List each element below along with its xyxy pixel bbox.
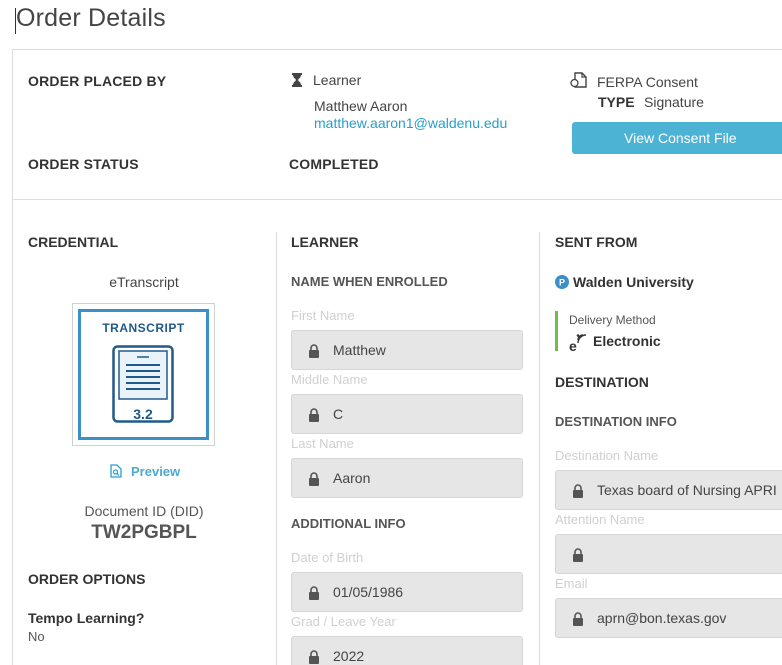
grad-leave-year-label: Grad / Leave Year	[291, 614, 396, 629]
date-of-birth-field: 01/05/1986	[291, 572, 523, 612]
ferpa-consent-label: FERPA Consent	[597, 74, 698, 90]
placed-by-email-link[interactable]: matthew.aaron1@waldenu.edu	[314, 115, 507, 131]
tempo-learning-label: Tempo Learning?	[28, 610, 145, 626]
tempo-learning-value: No	[28, 629, 45, 644]
destination-info-heading: DESTINATION INFO	[555, 414, 677, 429]
last-name-label: Last Name	[291, 436, 354, 451]
destination-heading: DESTINATION	[555, 374, 649, 390]
middle-name-label: Middle Name	[291, 372, 368, 387]
lock-icon	[572, 548, 584, 562]
destination-email-field: aprn@bon.texas.gov	[555, 598, 782, 638]
svg-text:P: P	[559, 278, 565, 288]
document-signature-icon	[570, 72, 588, 88]
lock-icon	[308, 344, 320, 358]
grad-leave-year-field: 2022	[291, 636, 523, 665]
name-when-enrolled-heading: NAME WHEN ENROLLED	[291, 274, 448, 289]
attention-name-field	[555, 534, 782, 574]
additional-info-heading: ADDITIONAL INFO	[291, 516, 406, 531]
consent-type-label: TYPE	[598, 94, 635, 110]
lock-icon	[572, 484, 584, 498]
placed-by-name: Matthew Aaron	[314, 98, 408, 114]
page-title: Order Details	[16, 4, 166, 32]
destination-email-label: Email	[555, 576, 588, 591]
consent-type-value: Signature	[644, 94, 704, 110]
first-name-field: Matthew	[291, 330, 523, 370]
last-name-value: Aaron	[333, 470, 371, 486]
middle-name-value: C	[333, 406, 344, 422]
lock-icon	[308, 586, 320, 600]
delivery-method-value: Electronic	[593, 333, 661, 349]
lock-icon	[308, 472, 320, 486]
preview-document-icon[interactable]	[110, 464, 122, 478]
preview-link[interactable]: Preview	[131, 464, 180, 479]
lock-icon	[308, 408, 320, 422]
delivery-method-label: Delivery Method	[569, 313, 656, 327]
date-of-birth-label: Date of Birth	[291, 550, 364, 565]
column-divider	[276, 232, 277, 665]
first-name-label: First Name	[291, 308, 355, 323]
destination-name-value: Texas board of Nursing APRI	[597, 482, 777, 498]
document-id-value: TW2PGBPL	[91, 522, 197, 543]
electronic-delivery-icon: e	[569, 334, 589, 354]
date-of-birth-value: 01/05/1986	[333, 584, 404, 600]
transcript-thumb-title: TRANSCRIPT	[102, 321, 185, 335]
destination-name-label: Destination Name	[555, 448, 659, 463]
placed-by-role: Learner	[313, 72, 362, 88]
middle-name-field: C	[291, 394, 523, 434]
order-status-label: ORDER STATUS	[28, 156, 139, 172]
delivery-method-indicator	[555, 311, 558, 351]
document-type: eTranscript	[109, 274, 179, 290]
hourglass-icon	[292, 73, 302, 87]
transcript-version: 3.2	[133, 406, 153, 422]
institution-name: Walden University	[573, 274, 694, 290]
last-name-field: Aaron	[291, 458, 523, 498]
transcript-thumbnail[interactable]: TRANSCRIPT 3.2	[72, 303, 215, 446]
order-status-value: COMPLETED	[289, 156, 379, 172]
first-name-value: Matthew	[333, 342, 386, 358]
sent-from-heading: SENT FROM	[555, 234, 638, 250]
lock-icon	[572, 612, 584, 626]
attention-name-label: Attention Name	[555, 512, 645, 527]
destination-name-field: Texas board of Nursing APRI	[555, 470, 782, 510]
column-divider	[539, 232, 540, 665]
institution-badge-icon: P	[555, 275, 569, 289]
svg-text:e: e	[569, 338, 577, 352]
grad-leave-year-value: 2022	[333, 648, 365, 664]
document-id-label: Document ID (DID)	[84, 503, 204, 519]
destination-email-value: aprn@bon.texas.gov	[597, 610, 727, 626]
order-options-heading: ORDER OPTIONS	[28, 571, 146, 587]
view-consent-file-button[interactable]: View Consent File	[572, 122, 782, 154]
learner-heading: LEARNER	[291, 234, 359, 250]
credential-heading: CREDENTIAL	[28, 234, 119, 250]
lock-icon	[308, 650, 320, 664]
order-placed-by-label: ORDER PLACED BY	[28, 73, 167, 89]
